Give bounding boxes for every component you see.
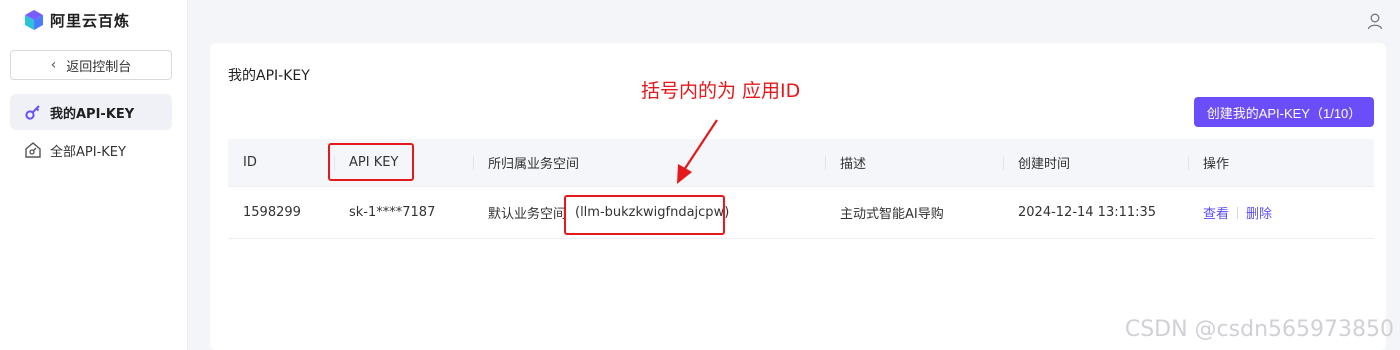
workspace-name: 默认业务空间 [488,207,567,222]
annotation-box-workspace-id [564,195,725,235]
row-description: 主动式智能AI导购 [840,207,944,222]
delete-link[interactable]: 删除 [1246,203,1272,222]
sidebar-item-all-api-key[interactable]: 全部API-KEY [10,132,172,168]
key-icon [24,103,42,121]
brand-name: 阿里云百炼 [50,11,131,30]
table-row: 1598299 sk-1****7187 默认业务空间 主动式智能AI导购 20… [228,187,1374,239]
house-key-icon [24,141,42,159]
column-header-description: 描述 [825,139,1003,186]
create-api-key-button[interactable]: 创建我的API-KEY（1/10） [1194,97,1374,127]
row-actions: 查看 删除 [1188,187,1374,238]
back-to-console-label: 返回控制台 [66,59,132,75]
annotation-text: 括号内的为 应用ID [641,80,801,102]
page-title: 我的API-KEY [228,68,310,84]
row-id: 1598299 [243,205,301,220]
chevron-left-icon: ‹ [50,57,57,73]
sidebar-item-my-api-key[interactable]: 我的API-KEY [10,94,172,130]
row-api-key: sk-1****7187 [349,205,436,220]
back-to-console-button[interactable]: ‹ 返回控制台 [10,50,172,80]
bailian-logo-icon [25,10,43,30]
watermark: CSDN @csdn565973850 [1124,317,1394,342]
column-header-workspace: 所归属业务空间 [473,139,825,186]
user-icon[interactable] [1366,12,1384,30]
column-header-actions: 操作 [1188,139,1374,186]
sidebar-item-label: 全部API-KEY [50,144,126,160]
annotation-box-api-key [328,143,414,181]
action-divider [1237,206,1239,219]
row-created-time: 2024-12-14 13:11:35 [1018,205,1157,220]
sidebar: 阿里云百炼 ‹ 返回控制台 我的API-KEY 全部API-KEY [0,0,188,350]
brand-logo[interactable]: 阿里云百炼 [24,9,130,31]
view-link[interactable]: 查看 [1203,203,1229,222]
sidebar-item-label: 我的API-KEY [50,106,135,122]
column-header-id: ID [243,155,257,170]
column-header-created-time: 创建时间 [1003,139,1188,186]
